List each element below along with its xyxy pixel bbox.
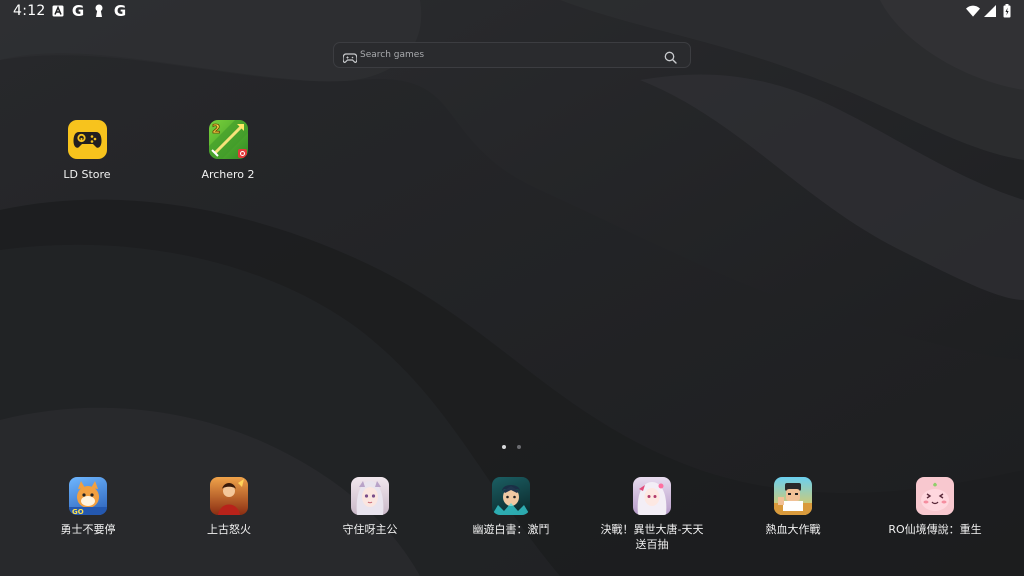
- keyhole-icon: [92, 4, 106, 18]
- dock-app-warrior[interactable]: GO 勇士不要停: [33, 477, 143, 537]
- ld-store-icon: [67, 120, 107, 159]
- app-label: 上古怒火: [207, 523, 251, 536]
- notification-a-icon: [51, 4, 65, 18]
- app-label: 決戰！異世大唐-天天送百抽: [600, 523, 704, 551]
- search-bar[interactable]: Search games: [333, 42, 691, 68]
- dock-app-ancient-fury[interactable]: 上古怒火: [174, 477, 284, 537]
- page-indicator: [0, 445, 1024, 451]
- app-label: 守住呀主公: [342, 523, 398, 536]
- svg-text:2: 2: [212, 122, 220, 136]
- game-icon-ancient-fury: [210, 477, 248, 515]
- search-icon[interactable]: [664, 49, 677, 64]
- game-icon-hot-blood: [774, 477, 812, 515]
- app-ld-store[interactable]: LD Store: [32, 120, 142, 182]
- app-label: RO仙境傳說：重生: [888, 523, 982, 536]
- app-archero-2[interactable]: 2 Archero 2: [173, 120, 283, 182]
- status-time: 4:12: [13, 3, 46, 19]
- game-icon-yuyu-hakusho: [492, 477, 530, 515]
- dock-app-hot-blood[interactable]: 熱血大作戰: [738, 477, 848, 537]
- google-g-icon: G: [113, 2, 127, 20]
- dock-app-guard-lord[interactable]: 守住呀主公: [315, 477, 425, 537]
- dock-app-yuyu-hakusho[interactable]: 幽遊白書：激鬥: [456, 477, 566, 537]
- app-label: 幽遊白書：激鬥: [472, 523, 550, 536]
- archero-2-icon: 2: [208, 120, 248, 159]
- app-label: 勇士不要停: [60, 523, 116, 536]
- page-dot-active[interactable]: [502, 445, 506, 449]
- page-dot[interactable]: [517, 445, 521, 449]
- game-icon-guard-lord: [351, 477, 389, 515]
- status-bar: 4:12 G G: [0, 0, 1024, 24]
- cell-signal-icon: [983, 4, 997, 18]
- app-label: LD Store: [63, 168, 111, 181]
- gamepad-icon: [342, 49, 358, 63]
- game-icon-otherworld-tang: [633, 477, 671, 515]
- battery-icon: [1000, 4, 1014, 18]
- app-label: 熱血大作戰: [765, 523, 821, 536]
- google-g-icon: G: [71, 2, 85, 20]
- game-icon-ragnarok: [916, 477, 954, 515]
- dock-app-ragnarok[interactable]: RO仙境傳說：重生: [880, 477, 990, 537]
- search-input[interactable]: Search games: [360, 48, 424, 62]
- app-label: Archero 2: [201, 168, 255, 181]
- dock-app-otherworld-tang[interactable]: 決戰！異世大唐-天天送百抽: [597, 477, 707, 552]
- svg-text:GO: GO: [72, 508, 84, 515]
- wifi-icon: [966, 4, 980, 18]
- game-icon-warrior: GO: [69, 477, 107, 515]
